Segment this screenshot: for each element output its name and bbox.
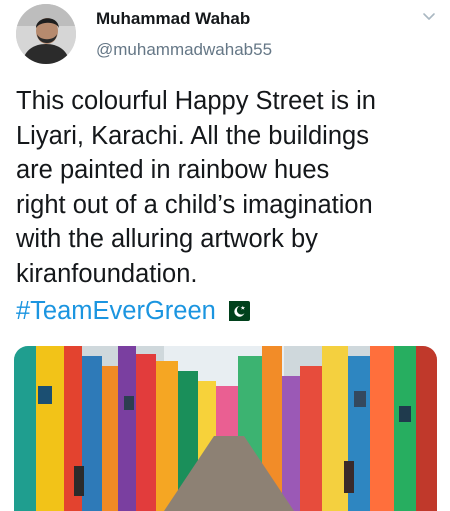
display-name[interactable]: Muhammad Wahab — [96, 9, 250, 29]
hashtag-link[interactable]: #TeamEverGreen — [16, 297, 216, 326]
tweet-text: This colourful Happy Street is in Liyari… — [16, 87, 376, 288]
tweet-media-image[interactable] — [14, 346, 437, 511]
chevron-down-icon[interactable] — [420, 8, 438, 26]
user-avatar[interactable] — [16, 4, 76, 64]
user-handle[interactable]: @muhammadwahab55 — [96, 40, 272, 60]
tweet-card: Muhammad Wahab @muhammadwahab55 This col… — [0, 0, 450, 511]
hashtag-row: #TeamEverGreen — [16, 292, 250, 330]
pakistan-flag-icon — [221, 301, 250, 321]
